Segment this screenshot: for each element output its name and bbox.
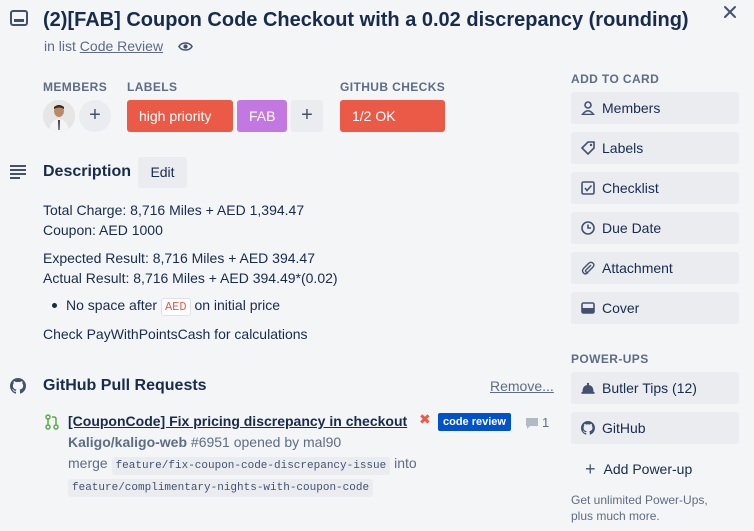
upgrade-note: plus much more. [571,509,660,523]
card-icon [10,10,28,26]
sidebar-members-button[interactable]: Members [571,92,739,124]
comment-icon [526,418,538,429]
base-branch: feature/complimentary-nights-with-coupon… [68,479,374,497]
description-line: Expected Result: 8,716 Miles + AED 394.4… [43,250,315,266]
description-line: Actual Result: 8,716 Miles + AED 394.49*… [43,270,338,286]
power-ups-label: POWER-UPS [571,352,649,366]
sidebar-button-label: Labels [602,140,644,156]
pull-request-icon [45,414,59,430]
add-label-button[interactable]: + [291,100,323,132]
sidebar-cover-button[interactable]: Cover [571,292,739,324]
pr-repo-line: Kaligo/kaligo-web #6951 opened by mal90 [68,434,341,450]
checkbox-icon [581,181,595,195]
tag-icon [581,141,595,155]
paperclip-icon [581,261,595,275]
github-icon [10,378,26,394]
sidebar-butler-tips-button[interactable]: Butler Tips (12) [571,372,739,404]
remove-github-link[interactable]: Remove... [490,378,554,394]
add-power-up-label: Add Power-up [603,461,693,477]
upgrade-note: Get unlimited Power-Ups, [571,493,708,507]
card-title[interactable]: (2)[FAB] Coupon Code Checkout with a 0.0… [43,9,689,32]
card-cover-icon [581,302,595,314]
close-icon[interactable] [722,4,738,20]
github-checks-label: GITHUB CHECKS [340,80,446,94]
pr-opened-by: #6951 opened by mal90 [190,434,342,450]
github-icon [581,421,595,435]
pr-base-line: feature/complimentary-nights-with-coupon… [68,477,374,497]
inline-code: AED [160,298,191,316]
butler-bell-icon [581,382,595,394]
head-branch: feature/fix-coupon-code-discrepancy-issu… [111,457,391,475]
bullet-text-after: on initial price [194,297,281,313]
merge-word: merge [68,455,108,471]
description-footer: Check PayWithPointsCash for calculations [43,326,308,342]
sidebar-button-label: Checklist [602,180,659,196]
label-fab[interactable]: FAB [237,100,287,132]
github-pr-heading: GitHub Pull Requests [43,377,207,394]
add-to-card-label: ADD TO CARD [571,72,660,86]
pr-merge-line: merge feature/fix-coupon-code-discrepanc… [68,455,417,475]
failed-status-icon: ✖ [419,411,431,427]
github-checks-status[interactable]: 1/2 OK [340,100,445,132]
avatar[interactable] [43,100,75,132]
edit-description-button[interactable]: Edit [138,157,187,188]
eye-icon[interactable] [178,39,193,54]
sidebar-button-label: Butler Tips (12) [602,380,697,396]
sidebar-button-label: GitHub [602,420,646,436]
pull-request-link[interactable]: [CouponCode] Fix pricing discrepancy in … [68,413,407,429]
sidebar-github-button[interactable]: GitHub [571,412,739,444]
plus-icon: + [585,459,596,479]
sidebar-attachment-button[interactable]: Attachment [571,252,739,284]
description-heading: Description [43,163,132,180]
label-high-priority[interactable]: high priority [127,100,233,132]
sidebar-button-label: Attachment [602,260,673,276]
description-bullet: No space after AED on initial price [66,297,280,316]
clock-icon [581,221,595,235]
sidebar-labels-button[interactable]: Labels [571,132,739,164]
sidebar-checklist-button[interactable]: Checklist [571,172,739,204]
bullet-point [52,303,57,308]
members-label: MEMBERS [43,80,108,94]
in-list-prefix: in list [44,38,76,54]
member-photo [43,100,75,132]
sidebar-due-date-button[interactable]: Due Date [571,212,739,244]
code-review-badge: code review [438,413,511,431]
sidebar-button-label: Members [602,100,661,116]
comment-count: 1 [542,415,550,430]
sidebar-button-label: Cover [602,300,640,316]
list-location: in list Code Review [44,38,163,54]
into-word: into [394,455,417,471]
list-name-link[interactable]: Code Review [80,38,163,54]
labels-label: LABELS [127,80,178,94]
description-line: Coupon: AED 1000 [43,222,163,238]
repo-name[interactable]: Kaligo/kaligo-web [68,434,187,450]
add-member-button[interactable]: + [79,100,111,132]
sidebar-button-label: Due Date [602,220,662,236]
bullet-text-before: No space after [66,297,158,313]
description-icon [10,165,26,179]
person-icon [581,101,595,115]
description-line: Total Charge: 8,716 Miles + AED 1,394.47 [43,202,305,218]
add-power-up-button[interactable]: + Add Power-up [585,459,692,480]
